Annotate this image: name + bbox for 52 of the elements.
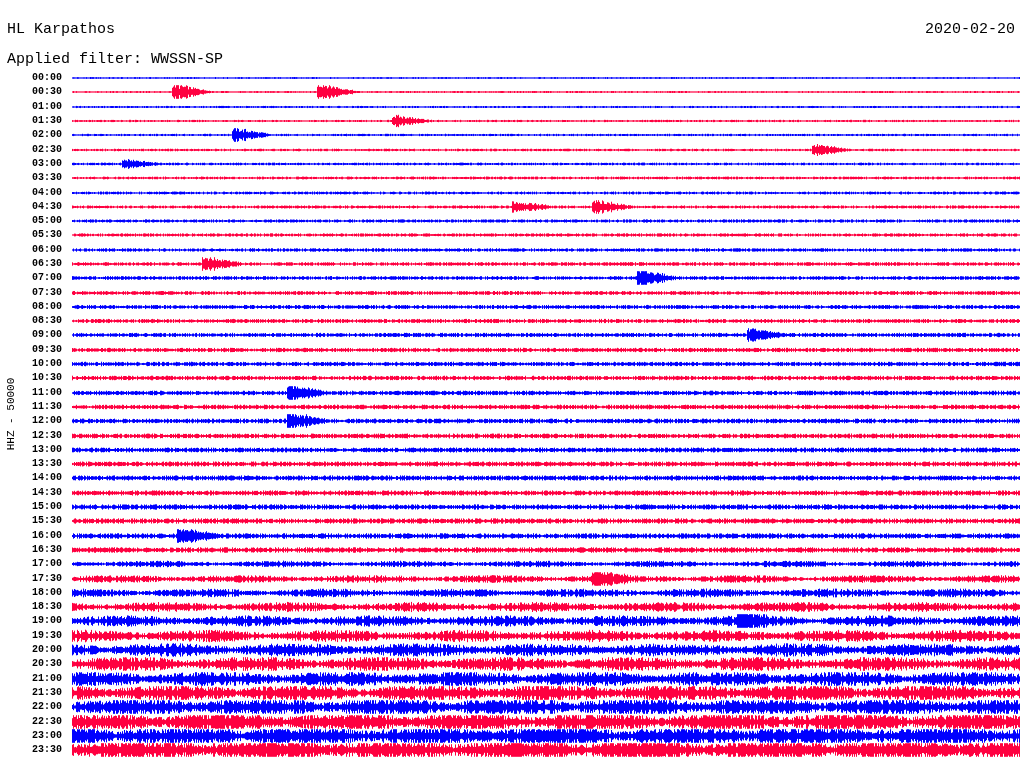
time-label: 15:30 <box>31 515 62 528</box>
time-label: 22:00 <box>31 701 62 714</box>
time-label: 20:30 <box>31 658 62 671</box>
time-label: 23:00 <box>31 729 62 742</box>
time-label: 18:30 <box>31 601 62 614</box>
time-label: 14:00 <box>31 472 62 485</box>
time-label: 04:30 <box>31 200 62 213</box>
time-label: 09:00 <box>31 329 62 342</box>
time-label: 06:00 <box>31 243 62 256</box>
time-label: 23:30 <box>31 744 62 757</box>
time-label: 21:30 <box>31 686 62 699</box>
time-label: 06:30 <box>31 258 62 270</box>
time-label: 08:30 <box>31 315 62 328</box>
time-label: 05:00 <box>31 215 62 228</box>
time-label: 10:30 <box>31 372 62 385</box>
time-label: 00:30 <box>31 86 62 99</box>
time-label: 16:00 <box>31 529 62 542</box>
time-label: 11:00 <box>31 386 62 399</box>
time-label: 16:30 <box>31 543 62 556</box>
time-label: 13:30 <box>31 458 62 471</box>
time-label: 12:30 <box>31 429 62 442</box>
time-label: 07:30 <box>31 286 62 299</box>
time-label: 19:00 <box>31 615 62 628</box>
time-label: 21:00 <box>31 672 62 685</box>
time-label: 22:30 <box>31 715 62 728</box>
time-label: 17:30 <box>31 572 62 585</box>
time-label: 04:00 <box>31 186 62 199</box>
time-label: 07:00 <box>31 272 62 285</box>
time-label: 12:00 <box>31 415 62 428</box>
time-label: 03:30 <box>31 172 62 185</box>
time-label: 18:00 <box>31 586 62 599</box>
time-label: 02:30 <box>31 143 62 156</box>
station-title: HL Karpathos <box>7 20 116 40</box>
time-label: 19:30 <box>31 629 62 642</box>
time-label: 01:00 <box>31 100 62 113</box>
time-label: 09:30 <box>31 343 62 356</box>
time-label: 10:00 <box>31 358 62 371</box>
time-label: 02:00 <box>31 129 62 142</box>
filter-label: Applied filter: WWSSN-SP <box>6 50 225 70</box>
time-label: 00:00 <box>31 72 62 85</box>
time-label: 05:30 <box>31 229 62 242</box>
date-label: 2020-02-20 <box>925 20 1015 40</box>
time-label: 08:00 <box>31 300 62 313</box>
time-label: 11:30 <box>31 400 62 413</box>
time-label: 14:30 <box>31 486 62 499</box>
axis-label: HHZ - 50000 <box>5 377 17 451</box>
time-label: 17:00 <box>31 558 62 571</box>
time-label: 20:00 <box>31 644 62 656</box>
time-label: 15:00 <box>31 501 62 514</box>
time-label: 01:30 <box>31 115 62 128</box>
time-label: 03:00 <box>31 157 62 170</box>
time-label: 13:00 <box>31 443 62 456</box>
